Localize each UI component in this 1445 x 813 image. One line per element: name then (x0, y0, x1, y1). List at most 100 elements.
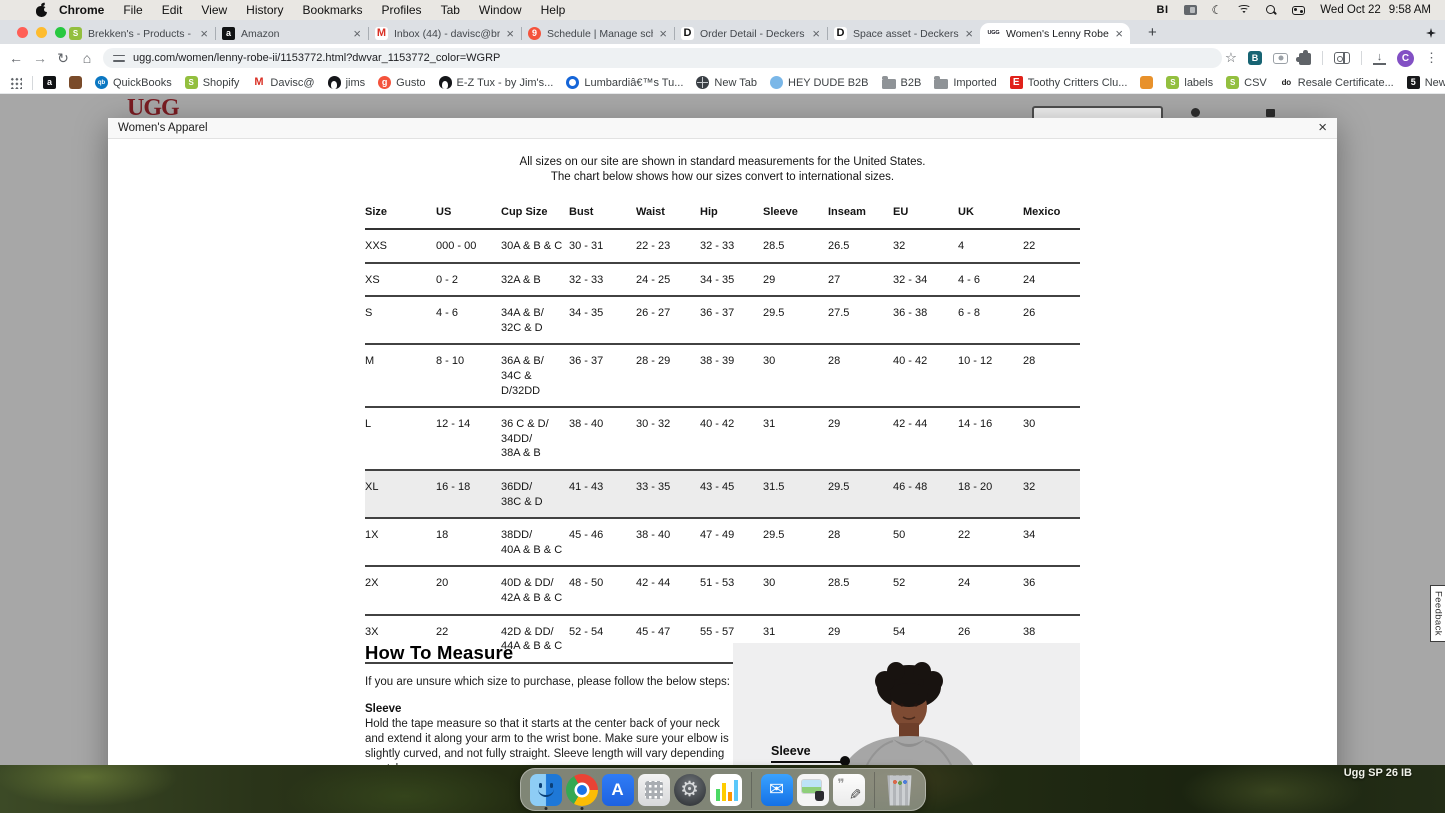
menu-tab[interactable]: Tab (441, 3, 460, 17)
dock-item-mail[interactable] (761, 774, 793, 806)
menu-history[interactable]: History (246, 3, 283, 17)
account-icon[interactable] (1191, 108, 1200, 117)
minimize-window-button[interactable] (36, 27, 47, 38)
bookmark-toothy-critters-clu[interactable]: EToothy Critters Clu... (1010, 76, 1128, 89)
dock-item-settings[interactable] (674, 774, 706, 806)
bookmark-brown[interactable] (69, 76, 82, 89)
tab-close-icon[interactable]: × (200, 29, 208, 39)
tab-amazon[interactable]: aAmazon× (215, 23, 368, 44)
chrome-menu-icon[interactable]: ⋮ (1425, 50, 1438, 66)
bookmark-e-z-tux-by-jim-s[interactable]: E-Z Tux - by Jim's... (439, 76, 554, 89)
bookmark-cat[interactable] (1140, 76, 1153, 89)
home-button[interactable]: ⌂ (77, 44, 97, 72)
bookmark-star-icon[interactable]: ☆ (1225, 50, 1237, 66)
menu-edit[interactable]: Edit (162, 3, 183, 17)
table-cell: 50 (893, 518, 958, 566)
table-cell: 26 - 27 (636, 296, 700, 344)
bookmark-label: Lumbardiâ€™s Tu... (584, 77, 683, 89)
tab-close-icon[interactable]: × (1115, 29, 1123, 39)
bookmark-jims[interactable]: jims (328, 76, 366, 89)
menu-app-name[interactable]: Chrome (59, 3, 104, 17)
bookmark-quickbooks[interactable]: qbQuickBooks (95, 76, 172, 89)
menu-help[interactable]: Help (541, 3, 566, 17)
bookmark-amazon[interactable]: a (43, 76, 56, 89)
tab-title: Inbox (44) - davisc@brekken (394, 28, 500, 40)
dock-item-chrome[interactable] (566, 774, 598, 806)
focus-moon-icon[interactable]: ☾ (1212, 4, 1223, 16)
bookmark-hey-dude-b2b[interactable]: HEY DUDE B2B (770, 76, 869, 89)
spotlight-search-icon[interactable] (1266, 5, 1277, 16)
figure-pointer-line (771, 761, 845, 763)
dock-item-numbers[interactable] (710, 774, 742, 806)
menu-file[interactable]: File (123, 3, 142, 17)
bookmark-new-5[interactable]: 5New 5* (1407, 76, 1445, 89)
display-panel-icon[interactable] (1184, 5, 1197, 15)
tab-organize-sparkle-icon[interactable] (1426, 28, 1436, 38)
bookmark-shopify[interactable]: SShopify (185, 76, 240, 89)
forward-button[interactable]: → (30, 44, 50, 72)
tab-schedule-manage-schedules[interactable]: 9Schedule | Manage schedules× (521, 23, 674, 44)
menu-window[interactable]: Window (479, 3, 522, 17)
bookmark-b2b[interactable]: B2B (882, 77, 922, 89)
apple-menu-icon[interactable] (36, 4, 47, 17)
dock-item-appstore[interactable] (602, 774, 634, 806)
tab-close-icon[interactable]: × (812, 29, 820, 39)
extension-b-icon[interactable]: B (1248, 51, 1262, 65)
tab-close-icon[interactable]: × (965, 29, 973, 39)
table-cell: 4 - 6 (958, 263, 1023, 297)
extension-camera-icon[interactable] (1273, 53, 1288, 64)
menubar-clock[interactable]: Wed Oct 22 9:58 AM (1320, 4, 1431, 16)
menu-bookmarks[interactable]: Bookmarks (303, 3, 363, 17)
downloads-icon[interactable]: ↓ (1373, 52, 1386, 65)
table-cell: 32 - 33 (569, 263, 636, 297)
bookmark-imported[interactable]: Imported (934, 77, 996, 89)
back-button[interactable]: ← (6, 44, 26, 72)
profile-avatar[interactable]: C (1397, 50, 1414, 67)
dock-item-textedit[interactable] (833, 774, 865, 806)
bi-status-icon[interactable]: BI (1157, 4, 1169, 16)
modal-close-icon[interactable]: × (1318, 119, 1327, 136)
table-cell: 34 (1023, 518, 1080, 566)
control-center-icon[interactable] (1292, 6, 1305, 15)
dock-item-finder[interactable] (530, 774, 562, 806)
url-text[interactable]: ugg.com/women/lenny-robe-ii/1153772.html… (133, 52, 500, 64)
wifi-icon[interactable] (1237, 5, 1251, 16)
bookmark-resale-certificate[interactable]: doResale Certificate... (1280, 76, 1394, 89)
bookmarks-bar: a qbQuickBooks SShopify MDavisc@ jims gGusto E… (0, 72, 1445, 94)
apps-grid-icon[interactable] (10, 77, 22, 89)
omnibox[interactable]: ugg.com/women/lenny-robe-ii/1153772.html… (103, 48, 1222, 68)
site-info-icon[interactable] (113, 53, 125, 64)
tab-order-detail-deckers-b2b-o[interactable]: DOrder Detail - Deckers B2B O× (674, 23, 827, 44)
bookmark-davisc[interactable]: MDavisc@ (252, 76, 314, 89)
bookmark-lumbardi-s-tu[interactable]: Lumbardiâ€™s Tu... (566, 76, 683, 89)
menu-profiles[interactable]: Profiles (382, 3, 422, 17)
bookmark-label: Davisc@ (270, 77, 314, 89)
cart-icon[interactable] (1266, 109, 1275, 117)
bookmark-gusto[interactable]: gGusto (378, 76, 425, 89)
tab-close-icon[interactable]: × (506, 29, 514, 39)
menu-view[interactable]: View (201, 3, 227, 17)
tab-close-icon[interactable]: × (659, 29, 667, 39)
bookmark-labels[interactable]: Slabels (1166, 76, 1213, 89)
feedback-button[interactable]: Feedback (1430, 585, 1445, 642)
tab-women-s-lenny-robe-ii-ugg[interactable]: UGGWomen's Lenny Robe II | UGG× (980, 23, 1130, 44)
tab-inbox-44-davisc-brekken[interactable]: MInbox (44) - davisc@brekken× (368, 23, 521, 44)
tab-space-asset-deckers-asset[interactable]: DSpace asset - Deckers Asset× (827, 23, 980, 44)
close-window-button[interactable] (17, 27, 28, 38)
tab-close-icon[interactable]: × (353, 29, 361, 39)
bookmark-label: CSV (1244, 77, 1267, 89)
table-cell: 4 (958, 229, 1023, 263)
bookmark-new-tab[interactable]: New Tab (696, 76, 757, 89)
reload-button[interactable]: ↻ (53, 44, 73, 72)
bookmark-csv[interactable]: S CSV (1226, 76, 1267, 89)
dock-item-preview[interactable] (797, 774, 829, 806)
shopify-favicon: S (1226, 76, 1239, 89)
side-panel-search-icon[interactable] (1334, 52, 1350, 64)
extensions-puzzle-icon[interactable] (1299, 53, 1311, 65)
new-tab-button[interactable]: + (1148, 24, 1157, 41)
tab-brekken-s-products-ugg[interactable]: SBrekken's - Products - UGG®× (62, 23, 215, 44)
dock-item-launchpad[interactable] (638, 774, 670, 806)
table-cell: 18 - 20 (958, 470, 1023, 518)
dock-item-trash[interactable] (884, 774, 916, 806)
dock-launchpad-icon (638, 774, 670, 806)
